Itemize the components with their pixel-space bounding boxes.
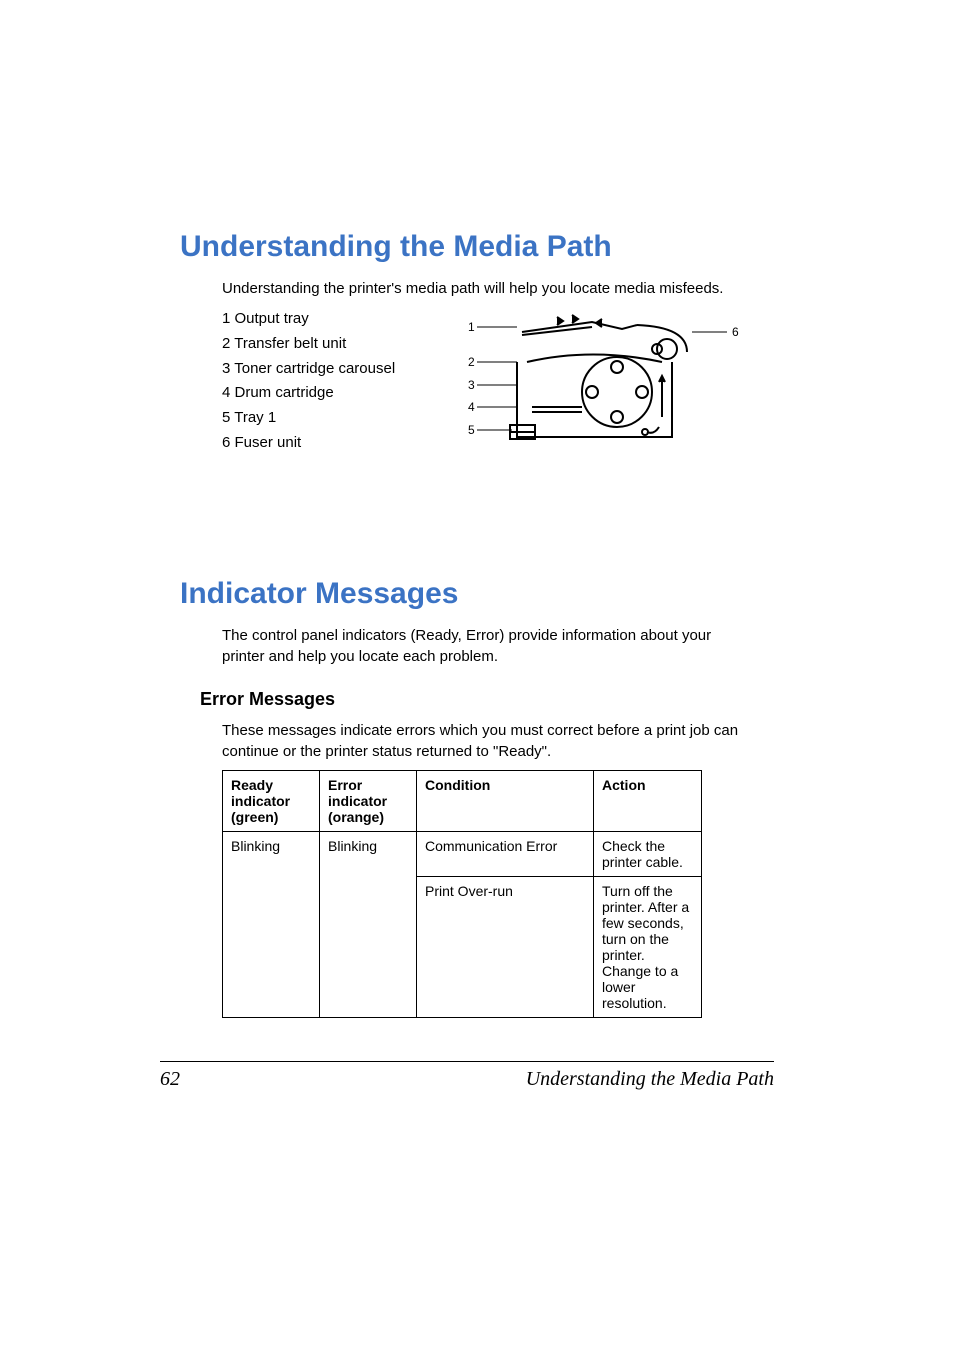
page-footer: 62 Understanding the Media Path [160, 1061, 774, 1091]
diagram-label-1: 1 [468, 320, 475, 334]
diagram-label-2: 2 [468, 355, 475, 369]
media-path-content: 1 Output tray 2 Transfer belt unit 3 Ton… [222, 307, 774, 467]
error-messages-table: Ready indicator (green) Error indicator … [222, 770, 702, 1018]
cell-ready: Blinking [223, 832, 320, 1018]
diagram-label-4: 4 [468, 400, 475, 414]
col-ready: Ready indicator (green) [223, 771, 320, 832]
footer-title: Understanding the Media Path [526, 1068, 774, 1091]
cell-error: Blinking [320, 832, 417, 1018]
heading-indicator-messages: Indicator Messages [180, 577, 774, 611]
cell-condition: Print Over-run [417, 877, 594, 1018]
heading-media-path: Understanding the Media Path [180, 230, 774, 264]
list-item: 3 Toner cartridge carousel [222, 357, 442, 382]
media-path-list: 1 Output tray 2 Transfer belt unit 3 Ton… [222, 307, 442, 456]
table-header-row: Ready indicator (green) Error indicator … [223, 771, 702, 832]
diagram-label-6: 6 [732, 325, 739, 339]
list-item: 4 Drum cartridge [222, 381, 442, 406]
col-action: Action [594, 771, 702, 832]
intro-error-messages: These messages indicate errors which you… [222, 720, 742, 762]
cell-action: Check the printer cable. [594, 832, 702, 877]
col-condition: Condition [417, 771, 594, 832]
list-item: 6 Fuser unit [222, 431, 442, 456]
intro-indicator-messages: The control panel indicators (Ready, Err… [222, 625, 742, 667]
page-number: 62 [160, 1068, 180, 1091]
cell-action: Turn off the printer. After a few second… [594, 877, 702, 1018]
list-item: 5 Tray 1 [222, 406, 442, 431]
diagram-label-5: 5 [468, 423, 475, 437]
diagram-label-3: 3 [468, 378, 475, 392]
subheading-error-messages: Error Messages [200, 689, 774, 710]
col-error: Error indicator (orange) [320, 771, 417, 832]
table-row: Blinking Blinking Communication Error Ch… [223, 832, 702, 877]
media-path-diagram: 1 2 3 4 5 6 [462, 307, 742, 467]
list-item: 2 Transfer belt unit [222, 332, 442, 357]
cell-condition: Communication Error [417, 832, 594, 877]
page: Understanding the Media Path Understandi… [0, 0, 954, 1351]
intro-media-path: Understanding the printer's media path w… [222, 278, 742, 299]
list-item: 1 Output tray [222, 307, 442, 332]
